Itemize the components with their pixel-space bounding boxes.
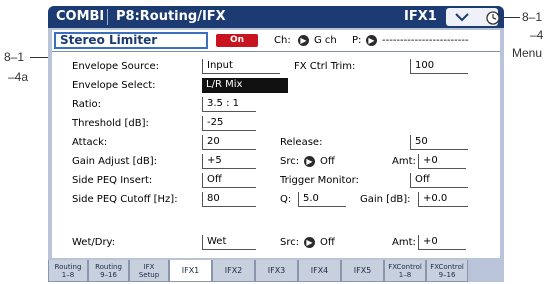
tab-fxcontrol-1-8[interactable]: FXControl 1–8	[384, 260, 426, 282]
envelope-select-label: Envelope Select:	[72, 80, 156, 91]
callout-right-number: 8–1	[522, 10, 543, 24]
effect-header-row: Stereo Limiter On Ch: ▶ G ch P: ▶ ------…	[52, 30, 500, 52]
tab-ifx2[interactable]: IFX2	[212, 260, 255, 282]
mode-label: COMBI	[56, 9, 105, 24]
effect-editor: Stereo Limiter On Ch: ▶ G ch P: ▶ ------…	[52, 30, 500, 258]
src2-value[interactable]: Off	[320, 237, 335, 248]
tab-ifx1[interactable]: IFX1	[169, 260, 212, 282]
fx-ctrl-trim-label: FX Ctrl Trim:	[294, 61, 356, 72]
tab-routing-1-8[interactable]: Routing 1–8	[48, 260, 88, 282]
gain-adjust-label: Gain Adjust [dB]:	[72, 156, 157, 167]
wet-dry-label: Wet/Dry:	[72, 237, 116, 248]
amt1-label: Amt:	[392, 156, 416, 167]
title-bar: COMBI P8:Routing/IFX IFX1	[48, 6, 504, 28]
release-label: Release:	[280, 137, 323, 148]
side-peq-insert-field[interactable]: Off	[202, 173, 256, 188]
ratio-label: Ratio:	[72, 99, 102, 110]
src1-value[interactable]: Off	[320, 156, 335, 167]
page-title: P8:Routing/IFX	[116, 9, 226, 24]
clock-icon	[486, 11, 500, 25]
envelope-select-field[interactable]: L/R Mix	[202, 78, 288, 93]
amt2-label: Amt:	[392, 237, 416, 248]
gain-db-label: Gain [dB]:	[360, 194, 411, 205]
tab-fxcontrol-9-16[interactable]: FXControl 9–16	[426, 260, 468, 282]
preset-label: P:	[352, 35, 362, 46]
src1-label: Src:	[280, 156, 300, 167]
amt1-field[interactable]: +0	[418, 154, 466, 169]
callout-left-number: 8–1	[4, 50, 25, 64]
side-peq-cutoff-label: Side PEQ Cutoff [Hz]:	[72, 194, 178, 205]
header-separator	[52, 51, 500, 52]
trigger-monitor-label: Trigger Monitor:	[280, 175, 359, 186]
side-peq-insert-label: Side PEQ Insert:	[72, 175, 153, 186]
effect-on-button[interactable]: On	[216, 34, 258, 47]
tab-ifx-setup[interactable]: IFX Setup	[129, 260, 169, 282]
callout-right-menu: Menu	[512, 46, 543, 60]
release-field[interactable]: 50	[410, 135, 468, 150]
threshold-field[interactable]: -25	[202, 116, 256, 131]
envelope-source-label: Envelope Source:	[72, 61, 160, 72]
q-field[interactable]: 5.0	[298, 192, 346, 207]
wet-dry-field[interactable]: Wet	[202, 235, 256, 250]
gain-db-field[interactable]: +0.0	[418, 192, 468, 207]
tab-ifx5[interactable]: IFX5	[341, 260, 384, 282]
page-tabs: Routing 1–8 Routing 9–16 IFX Setup IFX1 IFX…	[48, 260, 504, 282]
envelope-source-field[interactable]: Input	[202, 59, 280, 74]
threshold-label: Threshold [dB]:	[72, 118, 149, 129]
attack-label: Attack:	[72, 137, 108, 148]
channel-arrow-icon[interactable]: ▶	[298, 35, 309, 46]
trigger-monitor-field[interactable]: Off	[410, 173, 468, 188]
tab-title: IFX1	[404, 9, 437, 24]
channel-value[interactable]: G ch	[314, 35, 337, 46]
preset-value[interactable]: ------------------------	[382, 35, 469, 46]
tab-ifx3[interactable]: IFX3	[255, 260, 298, 282]
amt2-field[interactable]: +0	[418, 235, 466, 250]
channel-label: Ch:	[274, 35, 291, 46]
preset-arrow-icon[interactable]: ▶	[366, 35, 377, 46]
ratio-field[interactable]: 3.5 : 1	[202, 97, 256, 112]
title-divider	[107, 9, 108, 25]
tab-ifx4[interactable]: IFX4	[298, 260, 341, 282]
tab-routing-9-16[interactable]: Routing 9–16	[88, 260, 129, 282]
src1-arrow-icon[interactable]: ▶	[304, 156, 315, 167]
gain-adjust-field[interactable]: +5	[202, 154, 256, 169]
callout-right-sub: –4	[530, 28, 544, 42]
effect-name-field[interactable]: Stereo Limiter	[54, 32, 208, 49]
q-label: Q:	[280, 194, 292, 205]
attack-field[interactable]: 20	[202, 135, 256, 150]
src2-label: Src:	[280, 237, 300, 248]
src2-arrow-icon[interactable]: ▶	[304, 237, 315, 248]
fx-ctrl-trim-field[interactable]: 100	[410, 59, 468, 74]
side-peq-cutoff-field[interactable]: 80	[202, 192, 256, 207]
callout-left-sub: –4a	[8, 70, 29, 84]
lcd-panel: COMBI P8:Routing/IFX IFX1 Stereo Limiter…	[48, 6, 504, 282]
